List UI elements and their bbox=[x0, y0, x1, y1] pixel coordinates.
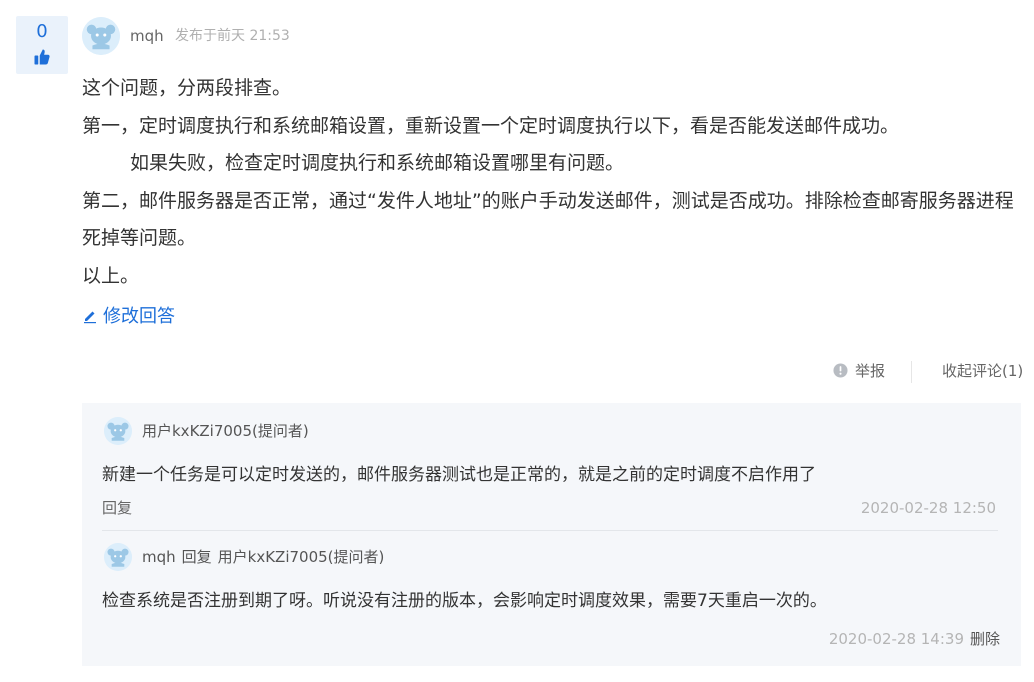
commenter-avatar[interactable] bbox=[104, 417, 132, 445]
post-timestamp: 发布于前天 21:53 bbox=[175, 28, 290, 44]
comment-text: 新建一个任务是可以定时发送的，邮件服务器测试也是正常的，就是之前的定时调度不启作… bbox=[102, 465, 816, 485]
commenter-name[interactable]: mqh bbox=[142, 548, 176, 566]
divider bbox=[911, 361, 912, 383]
answer-line: 第一，定时调度执行和系统邮箱设置，重新设置一个定时调度执行以下，看是否能发送邮件… bbox=[82, 114, 900, 137]
vote-button[interactable]: 0 bbox=[16, 16, 68, 74]
comment-timestamp: 2020-02-28 12:50 bbox=[860, 499, 996, 517]
reply-header: mqh 回复 用户kxKZi7005(提问者) bbox=[142, 547, 390, 567]
commenter-name[interactable]: 用户kxKZi7005(提问者) bbox=[142, 421, 309, 441]
delete-button[interactable]: 删除 bbox=[970, 630, 1000, 648]
comment-meta: 2020-02-28 14:39 删除 bbox=[829, 629, 1000, 649]
edit-answer-link[interactable]: 修改回答 bbox=[82, 304, 175, 330]
commenter-avatar[interactable] bbox=[104, 543, 132, 571]
author-avatar[interactable] bbox=[82, 17, 120, 55]
report-button[interactable]: 举报 bbox=[833, 361, 885, 381]
author-name[interactable]: mqh bbox=[130, 26, 164, 46]
report-label: 举报 bbox=[855, 362, 886, 380]
edit-answer-label: 修改回答 bbox=[103, 306, 175, 327]
answer-line: 以上。 bbox=[82, 264, 140, 287]
pencil-icon bbox=[84, 311, 96, 324]
reply-target-name[interactable]: 用户kxKZi7005(提问者) bbox=[218, 548, 385, 566]
reply-word: 回复 bbox=[181, 548, 212, 566]
comment-divider bbox=[102, 530, 998, 531]
info-circle-icon bbox=[833, 363, 848, 378]
reply-button[interactable]: 回复 bbox=[102, 498, 132, 518]
answer-line: 这个问题，分两段排查。 bbox=[82, 77, 292, 99]
comment-text: 检查系统是否注册到期了呀。听说没有注册的版本，会影响定时调度效果，需要7天重启一… bbox=[102, 591, 827, 611]
answer-line: 第二，邮件服务器是否正常，通过“发件人地址”的账户手动发送邮件，测试是否成功。排… bbox=[82, 189, 1014, 250]
thumbs-up-icon bbox=[34, 49, 50, 65]
collapse-comments-button[interactable]: 收起评论(1) bbox=[942, 361, 1023, 381]
vote-count: 0 bbox=[36, 21, 48, 42]
answer-body: 这个问题，分两段排查。 第一，定时调度执行和系统邮箱设置，重新设置一个定时调度执… bbox=[82, 70, 1017, 295]
answer-line: 如果失败，检查定时调度执行和系统邮箱设置哪里有问题。 bbox=[130, 152, 625, 174]
comments-panel: 用户kxKZi7005(提问者) 新建一个任务是可以定时发送的，邮件服务器测试也… bbox=[82, 403, 1021, 666]
comment-timestamp: 2020-02-28 14:39 bbox=[828, 630, 964, 648]
